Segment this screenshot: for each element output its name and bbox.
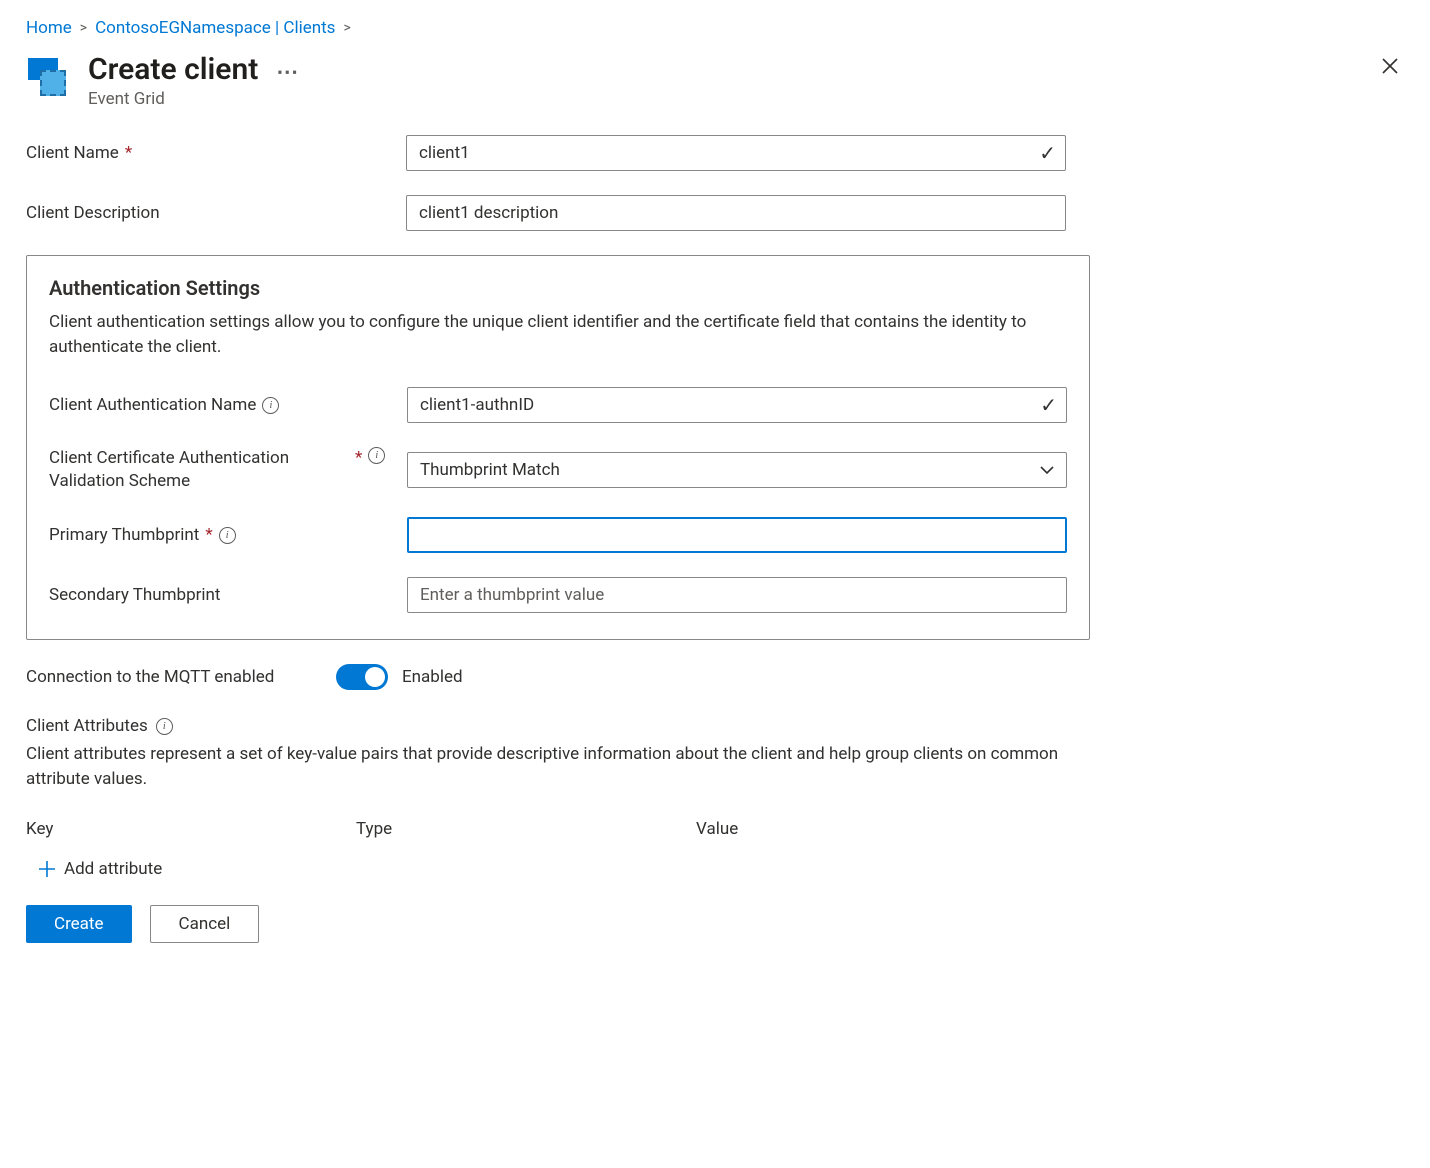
client-description-label: Client Description: [26, 202, 160, 225]
breadcrumb-sep: >: [80, 20, 87, 36]
required-asterisk: *: [355, 447, 362, 470]
breadcrumb-sep: >: [343, 20, 350, 36]
add-attribute-button[interactable]: Add attribute: [26, 859, 162, 879]
event-grid-icon: [26, 58, 70, 102]
col-header-value: Value: [696, 819, 1404, 839]
page-title: Create client: [88, 52, 258, 87]
row-secondary-thumbprint: Secondary Thumbprint: [49, 577, 1067, 613]
add-attribute-label: Add attribute: [64, 859, 162, 879]
info-icon[interactable]: i: [156, 718, 173, 735]
page-header: Create client ⋯ Event Grid: [26, 52, 1404, 109]
validation-scheme-label: Client Certificate Authentication Valida…: [49, 447, 349, 493]
client-name-input[interactable]: [406, 135, 1066, 171]
auth-description: Client authentication settings allow you…: [49, 310, 1067, 359]
row-primary-thumbprint: Primary Thumbprint * i: [49, 517, 1067, 553]
breadcrumb-namespace[interactable]: ContosoEGNamespace | Clients: [95, 18, 335, 38]
row-validation-scheme: Client Certificate Authentication Valida…: [49, 447, 1067, 493]
more-actions-button[interactable]: ⋯: [276, 56, 298, 84]
close-button[interactable]: [1376, 52, 1404, 84]
mqtt-label: Connection to the MQTT enabled: [26, 667, 336, 687]
attributes-heading: Client Attributes: [26, 716, 148, 736]
cancel-button[interactable]: Cancel: [150, 905, 260, 943]
breadcrumb-home[interactable]: Home: [26, 18, 72, 38]
attributes-heading-row: Client Attributes i: [26, 716, 1404, 736]
page-subtitle: Event Grid: [88, 89, 1358, 109]
primary-thumbprint-input[interactable]: [407, 517, 1067, 553]
row-client-description: Client Description: [26, 195, 1404, 231]
breadcrumb: Home > ContosoEGNamespace | Clients >: [26, 18, 1404, 38]
col-header-key: Key: [26, 819, 356, 839]
secondary-thumbprint-label: Secondary Thumbprint: [49, 584, 221, 607]
mqtt-toggle[interactable]: [336, 664, 388, 690]
auth-name-input[interactable]: [407, 387, 1067, 423]
info-icon[interactable]: i: [219, 527, 236, 544]
row-client-name: Client Name * ✓: [26, 135, 1404, 171]
required-asterisk: *: [125, 142, 132, 165]
primary-thumbprint-label: Primary Thumbprint: [49, 524, 199, 547]
authentication-settings-box: Authentication Settings Client authentic…: [26, 255, 1090, 640]
attributes-description: Client attributes represent a set of key…: [26, 742, 1076, 791]
row-auth-name: Client Authentication Name i ✓: [49, 387, 1067, 423]
col-header-type: Type: [356, 819, 696, 839]
client-description-input[interactable]: [406, 195, 1066, 231]
validation-scheme-select[interactable]: [407, 452, 1067, 488]
attributes-columns: Key Type Value: [26, 819, 1404, 839]
client-name-label: Client Name: [26, 142, 119, 165]
plus-icon: [38, 860, 56, 878]
mqtt-state: Enabled: [402, 667, 463, 687]
row-mqtt-toggle: Connection to the MQTT enabled Enabled: [26, 664, 1404, 690]
info-icon[interactable]: i: [262, 397, 279, 414]
auth-heading: Authentication Settings: [49, 276, 1067, 300]
info-icon[interactable]: i: [368, 447, 385, 464]
secondary-thumbprint-input[interactable]: [407, 577, 1067, 613]
auth-name-label: Client Authentication Name: [49, 394, 256, 417]
required-asterisk: *: [205, 524, 212, 547]
footer-actions: Create Cancel: [26, 905, 1404, 943]
create-button[interactable]: Create: [26, 905, 132, 943]
